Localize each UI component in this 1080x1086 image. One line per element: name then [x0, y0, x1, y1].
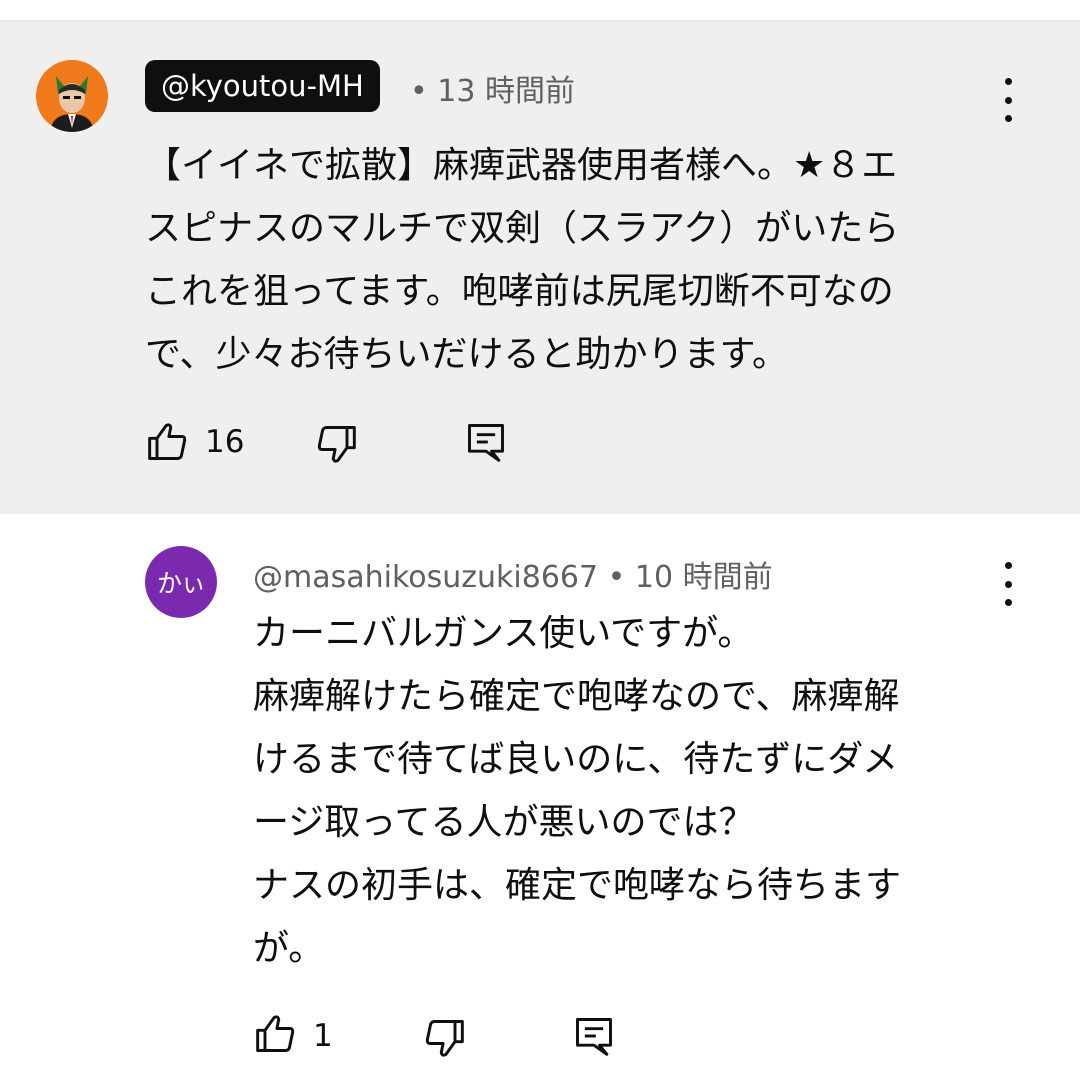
comment-text: カーニバルガンス使いですが。 麻痺解けたら確定で咆哮なので、麻痺解 けるまで待て… [253, 602, 1013, 980]
like-count: 1 [313, 1018, 333, 1054]
comment-text: 【イイネで拡散】麻痺武器使用者様へ。★８エ スピナスのマルチで双剣（スラアク）が… [145, 134, 1005, 386]
comment-line: ナスの初手は、確定で咆哮なら待ちます [253, 865, 902, 906]
thumbs-down-icon[interactable] [314, 422, 358, 466]
reply-icon[interactable] [572, 1014, 616, 1058]
avatar[interactable] [36, 60, 108, 132]
more-vert-icon[interactable] [998, 562, 1018, 606]
profile-avatar-icon [36, 60, 108, 132]
comment-line: スピナスのマルチで双剣（スラアク）がいたら [145, 208, 900, 249]
thumbs-up-icon[interactable] [146, 420, 190, 464]
comment-line: で、少々お待ちいだけると助かります。 [145, 334, 788, 375]
comment-timestamp: • 13 時間前 [410, 74, 575, 109]
comment-line: が。 [253, 928, 325, 969]
author-handle[interactable]: @masahikosuzuki8667 [253, 560, 598, 595]
comment-line: 麻痺解けたら確定で咆哮なので、麻痺解 [253, 676, 900, 717]
author-handle-badge[interactable]: @kyoutou-MH [145, 60, 380, 112]
reply-icon[interactable] [464, 420, 508, 464]
comment-line: ージ取ってる人が悪いのでは？ [253, 802, 755, 843]
like-count: 16 [205, 424, 245, 460]
reply-comment: かぃ @masahikosuzuki8667 • 10 時間前 カーニバルガンス… [0, 514, 1080, 1086]
top-divider [0, 0, 1080, 22]
more-vert-icon[interactable] [998, 78, 1018, 122]
author-name[interactable]: @masahikosuzuki8667 • 10 時間前 [253, 552, 773, 596]
author-name: @kyoutou-MH [161, 69, 364, 103]
comment-line: これを狙ってます。咆哮前は尻尾切断不可なの [145, 271, 894, 312]
highlighted-comment: @kyoutou-MH • 13 時間前 【イイネで拡散】麻痺武器使用者様へ。★… [0, 22, 1080, 514]
comment-line: 【イイネで拡散】麻痺武器使用者様へ。★８エ [145, 145, 898, 186]
comment-line: カーニバルガンス使いですが。 [253, 613, 754, 654]
avatar[interactable]: かぃ [145, 546, 217, 618]
thumbs-down-icon[interactable] [422, 1016, 466, 1060]
comment-timestamp: • 10 時間前 [607, 560, 773, 595]
comment-line: けるまで待てば良いのに、待たずにダメ [253, 739, 899, 780]
thumbs-up-icon[interactable] [254, 1012, 298, 1056]
